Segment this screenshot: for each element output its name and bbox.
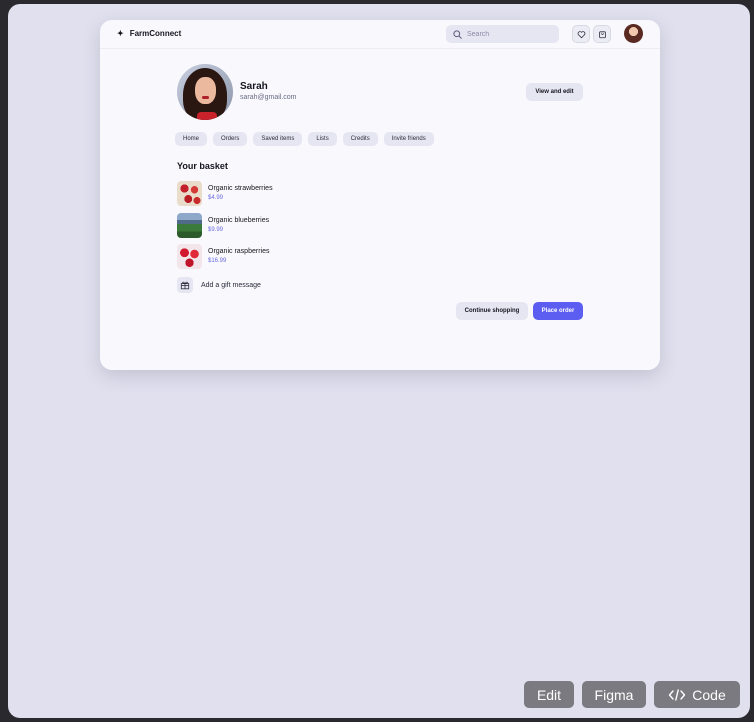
item-name: Organic strawberries [208,185,273,192]
edit-button-label: Edit [536,686,562,703]
basket-title: Your basket [177,161,228,171]
wishlist-button[interactable] [572,25,590,43]
user-avatar[interactable] [624,24,643,43]
raspberries-image [177,244,202,269]
basket-item[interactable]: Organic blueberries $9.99 [177,213,377,239]
figma-button[interactable]: Figma [582,681,646,708]
item-name: Organic blueberries [208,217,270,224]
tab-lists[interactable]: Lists [308,132,337,146]
profile-name: Sarah [240,81,268,92]
code-icon [669,688,686,701]
brand[interactable]: ✦ FarmConnect [117,29,181,38]
continue-shopping-button[interactable]: Continue shopping [456,302,528,320]
gift-icon [177,277,193,293]
search-icon [453,29,462,39]
tab-home[interactable]: Home [175,132,208,146]
item-price: $16.99 [208,258,227,264]
basket-item[interactable]: Organic raspberries $16.99 [177,244,377,270]
code-button[interactable]: Code [654,681,740,708]
app-window: ✦ FarmConnect Search Sarah sarah@gmail.c… [100,20,660,370]
tab-credits[interactable]: Credits [342,132,378,146]
edit-button[interactable]: Edit [524,681,574,708]
place-order-button[interactable]: Place order [533,302,583,320]
tab-saved-items[interactable]: Saved items [253,132,303,146]
preview-frame: ✦ FarmConnect Search Sarah sarah@gmail.c… [8,4,750,718]
basket-item[interactable]: Organic strawberries $4.99 [177,181,377,207]
top-navigation: ✦ FarmConnect [100,20,660,49]
view-and-edit-button[interactable]: View and edit [526,83,583,101]
item-name: Organic raspberries [208,248,270,255]
gift-message-row[interactable]: Add a gift message [177,277,261,293]
tab-orders[interactable]: Orders [213,132,248,146]
sparkle-icon: ✦ [117,29,124,38]
profile-email: sarah@gmail.com [240,94,297,101]
item-price: $4.99 [208,195,224,201]
strawberries-image [177,181,202,206]
search-input[interactable] [467,30,547,38]
item-price: $9.99 [208,227,224,233]
gift-message-label: Add a gift message [201,281,261,289]
shopping-bag-icon [598,30,606,38]
search-box[interactable] [446,25,559,43]
brand-name: FarmConnect [129,29,182,38]
blueberries-image [177,213,202,238]
profile-tabs: Home Orders Saved items Lists Credits In… [175,132,434,146]
heart-icon [577,30,585,38]
cart-button[interactable] [593,25,611,43]
figma-button-label: Figma [594,686,634,703]
profile-avatar [177,64,233,120]
code-button-label: Code [692,686,726,703]
tab-invite-friends[interactable]: Invite friends [383,132,434,146]
